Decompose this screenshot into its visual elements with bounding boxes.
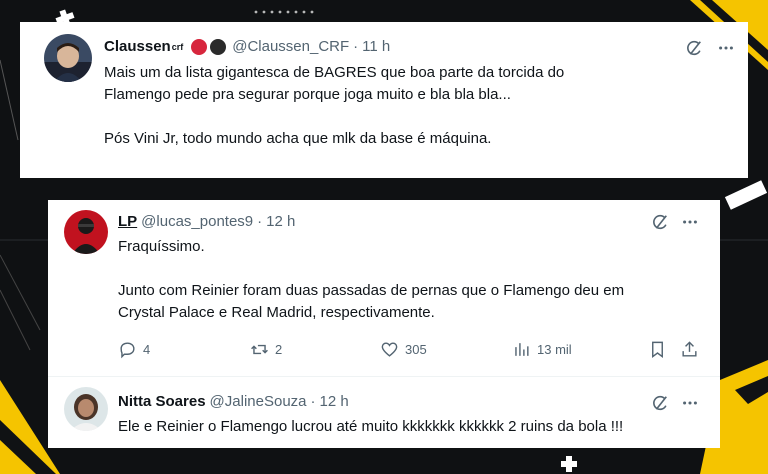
tweet-text: Ele e Reinier o Flamengo lucrou até muit… xyxy=(118,418,624,435)
more-icon[interactable] xyxy=(716,38,736,58)
more-icon[interactable] xyxy=(680,212,700,232)
name-suffix: crf xyxy=(171,42,184,52)
repost-icon xyxy=(251,344,268,355)
grok-icon[interactable] xyxy=(684,38,704,58)
like-count: 305 xyxy=(405,342,427,357)
tweet-line: Crystal Palace e Real Madrid, respectiva… xyxy=(118,304,435,321)
separator: · xyxy=(257,213,263,230)
tweet-header: LP @lucas_pontes9 · 12 h xyxy=(118,212,295,232)
repost-button[interactable]: 2 xyxy=(250,340,282,359)
timestamp[interactable]: 12 h xyxy=(320,392,349,412)
more-icon[interactable] xyxy=(680,393,700,413)
views-button[interactable]: 13 mil xyxy=(512,340,572,359)
tweet-line: Flamengo pede pra segurar porque joga mu… xyxy=(104,86,511,103)
handle[interactable]: @JalineSouza xyxy=(210,392,307,412)
grok-icon[interactable] xyxy=(650,393,670,413)
tweet-line: Junto com Reinier foram duas passadas de… xyxy=(118,282,625,299)
display-name[interactable]: Nitta Soares xyxy=(118,392,206,412)
tweet-text: Mais um da lista gigantesca de BAGRES qu… xyxy=(104,62,564,150)
like-button[interactable]: 305 xyxy=(380,340,427,359)
share-icon xyxy=(682,341,697,357)
share-button[interactable] xyxy=(680,340,705,359)
grok-icon[interactable] xyxy=(650,212,670,232)
separator: · xyxy=(310,393,316,410)
reply-icon xyxy=(120,342,135,359)
views-icon xyxy=(515,343,529,356)
reply-count: 4 xyxy=(143,342,151,357)
separator: · xyxy=(353,38,359,55)
repost-count: 2 xyxy=(275,342,283,357)
main-tweet[interactable]: Claussen crf @Claussen_CRF · 11 h Mais u… xyxy=(20,22,748,178)
red-badge-icon xyxy=(191,39,208,55)
tweet-header: Claussen crf @Claussen_CRF · 11 h xyxy=(104,37,390,57)
display-name[interactable]: Claussen xyxy=(104,37,171,57)
avatar[interactable] xyxy=(44,34,92,82)
black-badge-icon xyxy=(210,39,227,55)
tweet-line: Mais um da lista gigantesca de BAGRES qu… xyxy=(104,64,565,81)
bookmark-button[interactable] xyxy=(648,340,673,359)
reply-button[interactable]: 4 xyxy=(118,340,150,359)
timestamp[interactable]: 12 h xyxy=(266,212,295,232)
reply-tweet-lp[interactable]: LP @lucas_pontes9 · 12 h Fraquíssimo. Ju… xyxy=(48,200,720,376)
tweet-line: Fraquíssimo. xyxy=(118,238,205,255)
tweet-text: Fraquíssimo. Junto com Reinier foram dua… xyxy=(118,236,624,324)
display-name[interactable]: LP xyxy=(118,212,137,232)
bookmark-icon xyxy=(652,341,663,359)
tweet-line: Pós Vini Jr, todo mundo acha que mlk da … xyxy=(104,130,492,147)
reply-tweet-nitta[interactable]: Nitta Soares @JalineSouza · 12 h Ele e R… xyxy=(48,376,720,448)
avatar[interactable] xyxy=(64,210,108,254)
like-icon xyxy=(381,342,398,357)
timestamp[interactable]: 11 h xyxy=(362,37,390,57)
views-count: 13 mil xyxy=(537,342,572,357)
handle[interactable]: @lucas_pontes9 xyxy=(141,212,253,232)
tweet-header: Nitta Soares @JalineSouza · 12 h xyxy=(118,392,349,412)
handle[interactable]: @Claussen_CRF xyxy=(232,37,349,57)
action-bar: 4 2 305 13 mil xyxy=(118,340,703,364)
avatar[interactable] xyxy=(64,387,108,431)
